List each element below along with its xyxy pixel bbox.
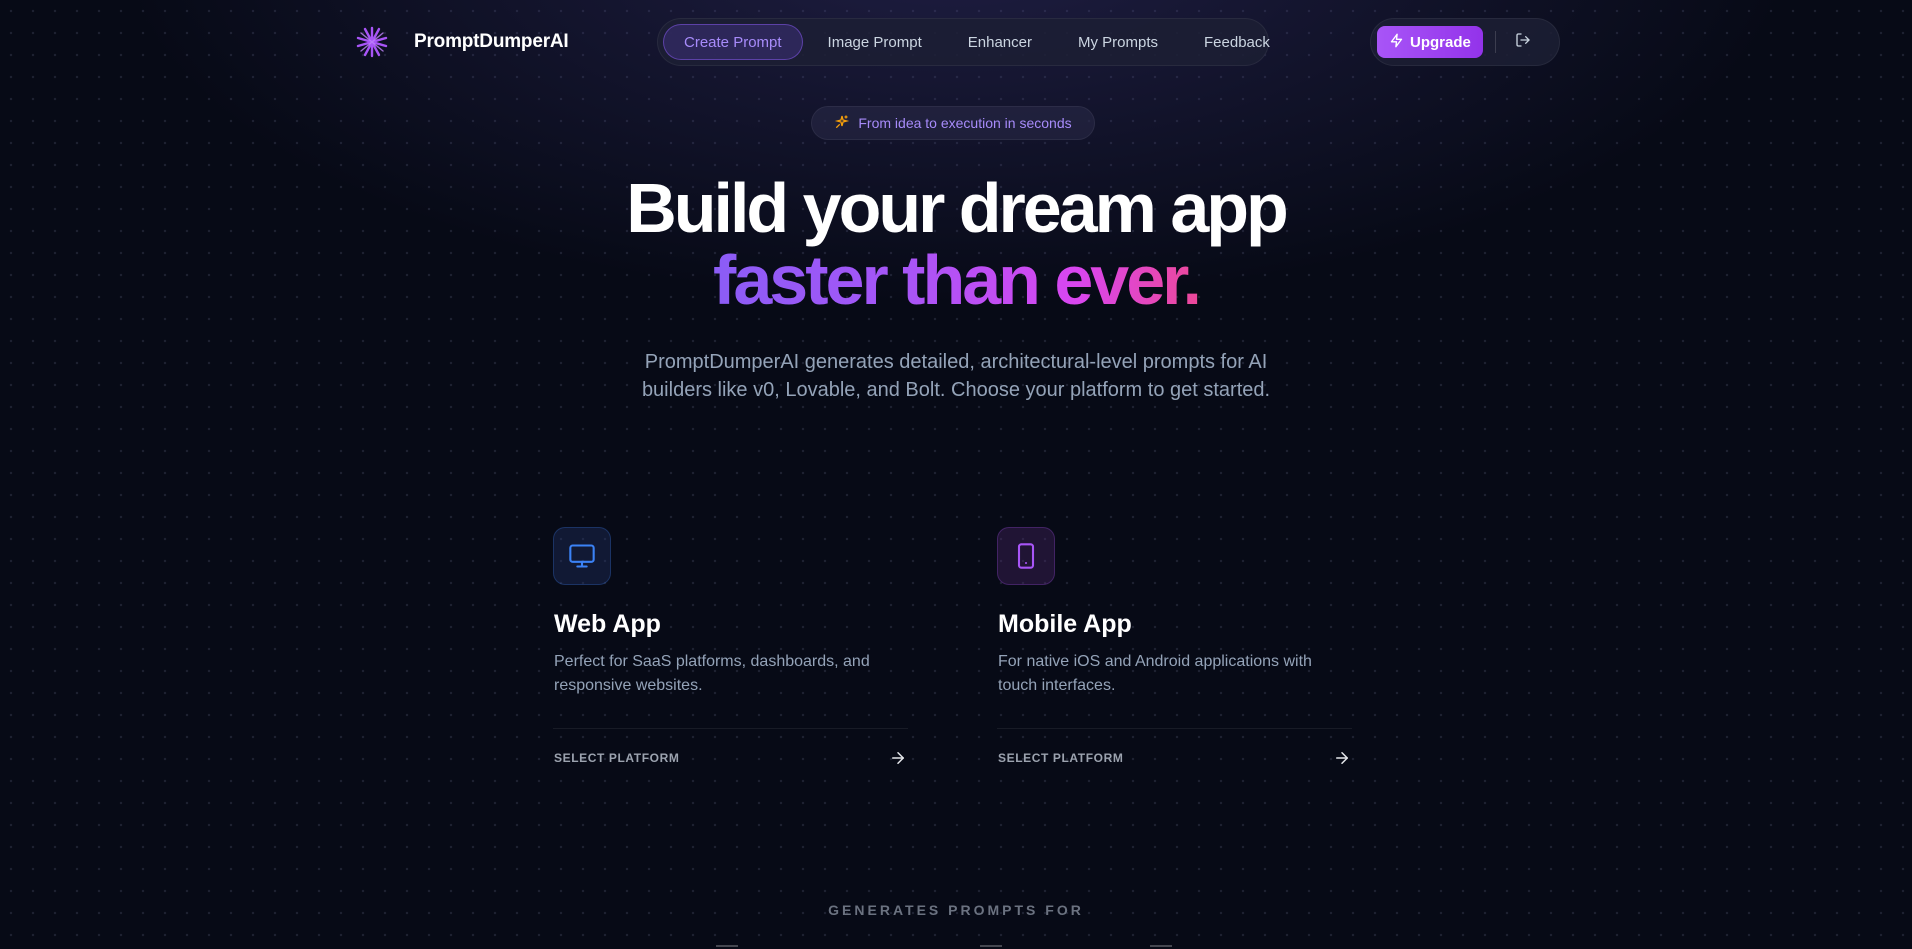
top-navbar: PromptDumperAI Create Prompt Image Promp…	[348, 18, 1560, 66]
card-divider	[997, 728, 1352, 729]
web-app-select-platform[interactable]: SELECT PLATFORM	[554, 751, 679, 765]
divider	[1494, 31, 1496, 53]
sparkles-icon	[834, 114, 850, 133]
platform-logo-partial	[1150, 945, 1172, 947]
hero-badge-text: From idea to execution in seconds	[858, 115, 1072, 131]
mobile-app-description: For native iOS and Android applications …	[998, 653, 1312, 694]
tab-enhancer[interactable]: Enhancer	[947, 24, 1053, 60]
upgrade-label: Upgrade	[1410, 33, 1471, 51]
sparkle-logo-icon	[348, 18, 396, 66]
monitor-icon	[553, 527, 611, 585]
hero-subtitle: PromptDumperAI generates detailed, archi…	[641, 351, 1271, 401]
tab-create-prompt[interactable]: Create Prompt	[663, 24, 803, 60]
upgrade-button[interactable]: Upgrade	[1377, 26, 1483, 58]
logout-icon	[1515, 32, 1531, 53]
lightning-icon	[1389, 33, 1404, 52]
hero-title-line1: Build your dream app	[626, 169, 1289, 247]
brand-name: PromptDumperAI	[414, 31, 569, 52]
hero-title-gradient-text: faster than ever.	[713, 241, 1202, 319]
web-app-description: Perfect for SaaS platforms, dashboards, …	[554, 653, 870, 694]
tab-image-prompt[interactable]: Image Prompt	[807, 24, 943, 60]
smartphone-icon	[997, 527, 1055, 585]
generates-prompts-label: GENERATES PROMPTS FOR	[828, 902, 1084, 918]
web-app-title: Web App	[554, 610, 661, 638]
main-nav: Create Prompt Image Prompt Enhancer My P…	[657, 18, 1270, 66]
platform-logo-partial	[716, 945, 738, 947]
card-divider	[553, 728, 908, 729]
mobile-app-title: Mobile App	[998, 610, 1132, 638]
logout-button[interactable]	[1508, 27, 1538, 57]
web-app-card[interactable]: Web App Perfect for SaaS platforms, dash…	[553, 527, 909, 777]
mobile-app-select-platform[interactable]: SELECT PLATFORM	[998, 751, 1123, 765]
tab-my-prompts[interactable]: My Prompts	[1057, 24, 1179, 60]
tab-feedback[interactable]: Feedback	[1183, 24, 1291, 60]
hero-badge: From idea to execution in seconds	[811, 106, 1095, 140]
platform-logo-partial	[980, 945, 1002, 947]
hero-title-line2: faster than ever.	[0, 244, 1912, 316]
arrow-right-icon[interactable]	[1333, 749, 1353, 769]
mobile-app-card[interactable]: Mobile App For native iOS and Android ap…	[997, 527, 1353, 777]
arrow-right-icon[interactable]	[889, 749, 909, 769]
brand[interactable]: PromptDumperAI	[348, 18, 569, 66]
header-actions: Upgrade	[1370, 18, 1560, 66]
